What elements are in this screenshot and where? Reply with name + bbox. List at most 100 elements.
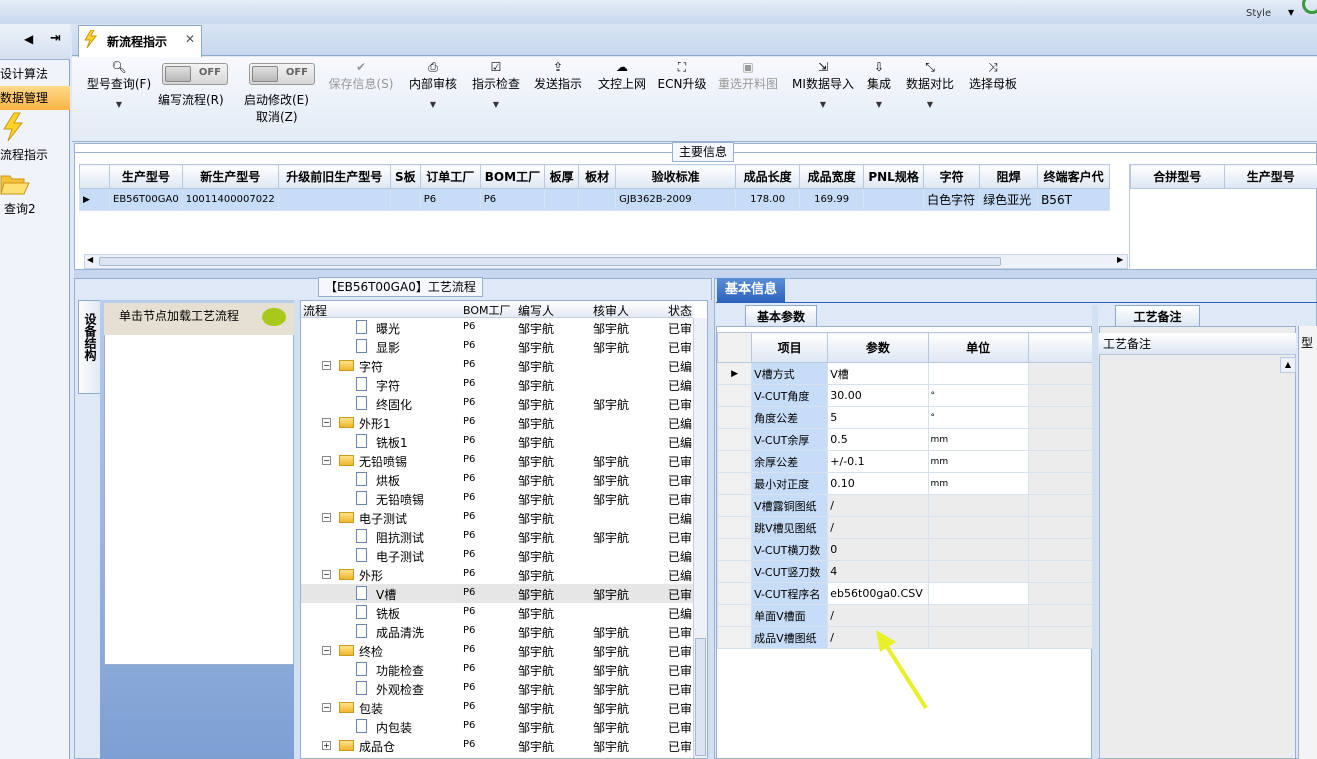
collapse-icon[interactable]: − bbox=[322, 513, 331, 522]
col-bom-header[interactable]: BOM工厂 bbox=[463, 302, 511, 318]
param-item-cell[interactable]: 余厚公差 bbox=[751, 450, 829, 473]
main-col-header[interactable]: 生产型号 bbox=[109, 164, 183, 189]
tab-basic-params[interactable]: 基本参数 bbox=[745, 305, 817, 327]
main-col-header[interactable]: BOM工厂 bbox=[479, 164, 546, 189]
col-reviewer-header[interactable]: 核审人 bbox=[593, 302, 629, 319]
param-unit-cell[interactable] bbox=[927, 582, 1029, 605]
table-cell[interactable]: P6 bbox=[419, 188, 481, 211]
check-indication-button[interactable]: ☑ 指示检查 ▼ bbox=[470, 59, 522, 109]
tree-row[interactable]: − 外形1 P6 邹宇航 已编 bbox=[301, 413, 693, 432]
tree-row[interactable]: 终固化 P6 邹宇航 邹宇航 已审 bbox=[301, 394, 693, 413]
nav-item-query2[interactable]: 查询2 bbox=[0, 197, 70, 221]
param-item-cell[interactable]: 最小对正度 bbox=[751, 472, 829, 495]
splitter-vertical[interactable] bbox=[1092, 305, 1098, 759]
table-cell[interactable]: P6 bbox=[479, 188, 546, 211]
save-info-button[interactable]: ✔ 保存信息(S) bbox=[326, 59, 396, 92]
param-value-cell[interactable]: +/-0.1 bbox=[827, 450, 929, 473]
arrow-left-icon[interactable]: ◀ bbox=[87, 255, 93, 264]
col-unit-header[interactable]: 单位 bbox=[927, 332, 1029, 363]
param-value-cell[interactable]: / bbox=[827, 516, 929, 539]
scroll-thumb[interactable] bbox=[99, 257, 1001, 266]
param-unit-cell[interactable] bbox=[927, 604, 1029, 627]
tree-row[interactable]: − 终检 P6 邹宇航 邹宇航 已审 bbox=[301, 641, 693, 660]
table-row[interactable]: ▶ V槽方式 V槽 bbox=[716, 362, 1094, 385]
tab-basic-info[interactable]: 基本信息 bbox=[717, 278, 785, 302]
main-col-header[interactable]: 升级前旧生产型号 bbox=[277, 164, 391, 189]
tree-row[interactable]: 外观检查 P6 邹宇航 邹宇航 已审 bbox=[301, 679, 693, 698]
tree-row[interactable]: 无铅喷锡 P6 邹宇航 邹宇航 已审 bbox=[301, 489, 693, 508]
merge-model-header[interactable]: 合拼型号 bbox=[1130, 164, 1225, 189]
table-cell[interactable] bbox=[578, 188, 617, 211]
param-value-cell[interactable]: 5 bbox=[827, 406, 929, 429]
data-compare-button[interactable]: ⤡ 数据对比 ▼ bbox=[904, 59, 956, 109]
param-value-cell[interactable]: 30.00 bbox=[827, 384, 929, 407]
collapse-icon[interactable]: − bbox=[322, 361, 331, 370]
main-col-header[interactable]: S板 bbox=[389, 164, 421, 189]
lightning-icon[interactable] bbox=[0, 112, 30, 142]
table-row[interactable]: V-CUT竖刀数 4 bbox=[716, 560, 1094, 583]
start-modify-toggle[interactable]: OFF bbox=[249, 63, 315, 85]
scroll-thumb[interactable] bbox=[695, 638, 706, 756]
param-value-cell[interactable]: 0.10 bbox=[827, 472, 929, 495]
param-value-cell[interactable]: 0.5 bbox=[827, 428, 929, 451]
table-row[interactable]: ▶ EB56T00GA0 10011400007022 P6 P6 GJB362B-200… bbox=[79, 188, 1111, 211]
arrow-right-icon[interactable]: ▶ bbox=[1117, 255, 1123, 264]
param-unit-cell[interactable] bbox=[927, 626, 1029, 649]
col-writer-header[interactable]: 编写人 bbox=[518, 302, 554, 319]
table-cell[interactable]: GJB362B-2009 bbox=[615, 188, 737, 211]
tree-row[interactable]: 电子测试 P6 邹宇航 已编 bbox=[301, 546, 693, 565]
tab-process-remark[interactable]: 工艺备注 bbox=[1115, 305, 1200, 327]
col-param-header[interactable]: 参数 bbox=[827, 332, 929, 363]
table-row[interactable]: V-CUT余厚 0.5 mm bbox=[716, 428, 1094, 451]
table-cell[interactable] bbox=[544, 188, 580, 211]
table-row[interactable]: V-CUT程序名 eb56t00ga0.CSV bbox=[716, 582, 1094, 605]
main-col-header[interactable]: 板材 bbox=[578, 164, 617, 189]
main-col-header[interactable]: 订单工厂 bbox=[419, 164, 481, 189]
table-cell[interactable] bbox=[863, 188, 925, 211]
table-row[interactable]: 跳V槽见图纸 / bbox=[716, 516, 1094, 539]
param-unit-cell[interactable] bbox=[927, 494, 1029, 517]
doc-upload-button[interactable]: ☁ 文控上网 bbox=[596, 59, 648, 92]
collapse-icon[interactable]: − bbox=[322, 646, 331, 655]
tree-row[interactable]: − 电子测试 P6 邹宇航 已编 bbox=[301, 508, 693, 527]
table-cell[interactable] bbox=[277, 188, 391, 211]
reselect-drawing-button[interactable]: ▣ 重选开料图 bbox=[716, 59, 780, 92]
main-col-header[interactable]: 成品长度 bbox=[735, 164, 801, 189]
param-value-cell[interactable]: 0 bbox=[827, 538, 929, 561]
table-cell[interactable]: 10011400007022 bbox=[181, 188, 279, 211]
param-value-cell[interactable]: / bbox=[827, 494, 929, 517]
main-col-header[interactable]: 阻焊 bbox=[979, 164, 1039, 189]
tab-equipment-structure[interactable]: 设备结构 bbox=[78, 300, 102, 394]
table-row[interactable]: 角度公差 5 ° bbox=[716, 406, 1094, 429]
tree-row[interactable]: − 包装 P6 邹宇航 邹宇航 已审 bbox=[301, 698, 693, 717]
internal-review-button[interactable]: ⎙ 内部审核 ▼ bbox=[407, 59, 459, 109]
tree-row[interactable]: V槽 P6 邹宇航 邹宇航 已审 bbox=[301, 584, 693, 603]
tree-row[interactable]: 铣板 P6 邹宇航 已编 bbox=[301, 603, 693, 622]
param-item-cell[interactable]: V-CUT程序名 bbox=[751, 582, 829, 605]
param-unit-cell[interactable]: mm bbox=[927, 428, 1029, 451]
table-row[interactable]: V槽露铜图纸 / bbox=[716, 494, 1094, 517]
integrate-button[interactable]: ⇩ 集成 ▼ bbox=[864, 59, 894, 109]
arrow-left-icon[interactable]: ◀ bbox=[24, 32, 33, 46]
tree-row[interactable]: 显影 P6 邹宇航 邹宇航 已审 bbox=[301, 337, 693, 356]
tree-row[interactable]: − 无铅喷锡 P6 邹宇航 邹宇航 已审 bbox=[301, 451, 693, 470]
tree-row[interactable]: 铣板1 P6 邹宇航 已编 bbox=[301, 432, 693, 451]
nav-item-design-algorithm[interactable]: 设计算法 bbox=[0, 62, 70, 86]
param-unit-cell[interactable]: ° bbox=[927, 384, 1029, 407]
collapse-icon[interactable]: − bbox=[322, 418, 331, 427]
style-menu[interactable]: Style bbox=[1246, 8, 1271, 19]
tree-row[interactable]: 曝光 P6 邹宇航 邹宇航 已审 bbox=[301, 318, 693, 337]
param-item-cell[interactable]: 成品V槽图纸 bbox=[751, 626, 829, 649]
param-item-cell[interactable]: V-CUT竖刀数 bbox=[751, 560, 829, 583]
col-flow-header[interactable]: 流程 bbox=[303, 302, 327, 319]
tree-row[interactable]: 成品清洗 P6 邹宇航 邹宇航 已审 bbox=[301, 622, 693, 641]
col-item-header[interactable]: 项目 bbox=[751, 332, 829, 363]
main-col-header[interactable]: 验收标准 bbox=[615, 164, 737, 189]
table-cell[interactable]: 169.99 bbox=[799, 188, 865, 211]
edit-flow-toggle[interactable]: OFF bbox=[162, 63, 228, 85]
production-model-header[interactable]: 生产型号 bbox=[1223, 164, 1317, 189]
collapse-icon[interactable]: + bbox=[322, 741, 331, 750]
param-item-cell[interactable]: 单面V槽面 bbox=[751, 604, 829, 627]
param-unit-cell[interactable] bbox=[927, 560, 1029, 583]
tree-row[interactable]: 内包装 P6 邹宇航 邹宇航 已审 bbox=[301, 717, 693, 736]
